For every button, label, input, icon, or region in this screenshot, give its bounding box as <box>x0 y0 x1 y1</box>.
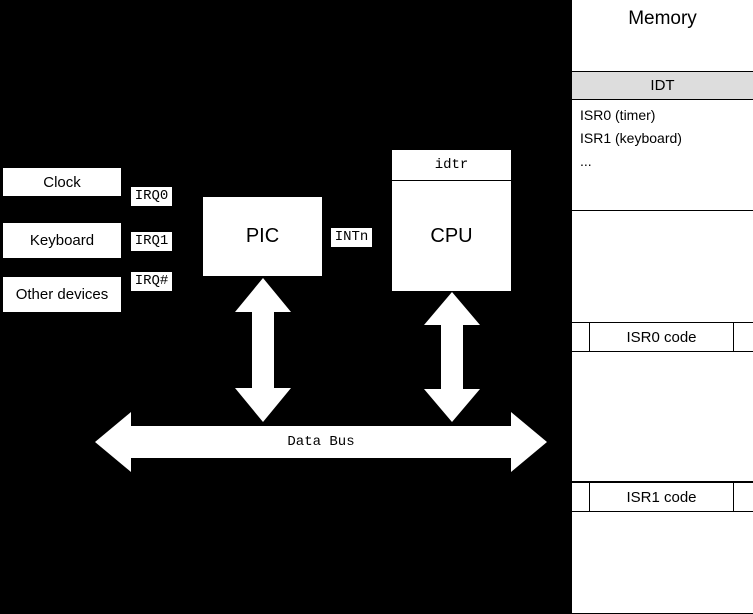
idt-entry: ISR1 (keyboard) <box>580 130 682 146</box>
pic-label: PIC <box>245 225 280 247</box>
arrow-pic-to-data-bus <box>235 278 291 422</box>
idt-entry: ... <box>580 153 592 169</box>
memory-row-isr1-code: ISR1 code <box>572 482 753 512</box>
irq-label-irq0: IRQ0 <box>131 187 172 206</box>
device-box-clock: Clock <box>2 167 122 197</box>
irq-label-text: IRQ0 <box>134 188 169 204</box>
cpu-label: CPU <box>430 224 473 247</box>
irq-label-irq-hash: IRQ# <box>131 272 172 291</box>
irq-label-irq1: IRQ1 <box>131 232 172 251</box>
memory-free-region-3 <box>572 512 753 613</box>
cpu-body: CPU <box>392 181 511 291</box>
isr-code-label: ISR0 code <box>590 323 734 351</box>
arrow-cpu-to-data-bus <box>424 292 480 422</box>
intn-label-text: INTn <box>334 229 369 245</box>
isr-row-left-cell <box>572 483 590 511</box>
memory-title-text: Memory <box>628 8 697 29</box>
isr-row-right-cell <box>734 483 753 511</box>
cpu-idtr-register: idtr <box>392 150 511 181</box>
device-label: Keyboard <box>29 232 95 249</box>
memory-row-isr0-code: ISR0 code <box>572 322 753 352</box>
idt-entry-list: ISR0 (timer) ISR1 (keyboard) ... <box>572 100 753 211</box>
memory-free-region-2 <box>572 352 753 482</box>
irq-label-text: IRQ# <box>134 273 169 289</box>
device-label: Clock <box>43 173 81 191</box>
diagram-canvas: Clock Keyboard Other devices IRQ0 IRQ1 I… <box>0 0 753 614</box>
idt-entry: ISR0 (timer) <box>580 107 656 123</box>
cpu-idtr-label: idtr <box>434 157 469 173</box>
isr-row-left-cell <box>572 323 590 351</box>
pic-box: PIC <box>202 196 323 277</box>
cpu-box: idtr CPU <box>391 149 512 292</box>
isr-code-label: ISR1 code <box>590 483 734 511</box>
device-label: Other devices <box>15 286 109 303</box>
memory-free-region-1 <box>572 211 753 323</box>
intn-label: INTn <box>331 228 372 247</box>
device-box-keyboard: Keyboard <box>2 222 122 259</box>
isr-row-right-cell <box>734 323 753 351</box>
memory-title: Memory <box>572 0 753 72</box>
device-box-other-devices: Other devices <box>2 276 122 313</box>
idt-header: IDT <box>572 71 753 100</box>
idt-header-text: IDT <box>650 77 675 94</box>
memory-panel: Memory IDT ISR0 (timer) ISR1 (keyboard) … <box>571 0 753 614</box>
irq-label-text: IRQ1 <box>134 233 169 249</box>
data-bus-arrow <box>95 412 547 472</box>
